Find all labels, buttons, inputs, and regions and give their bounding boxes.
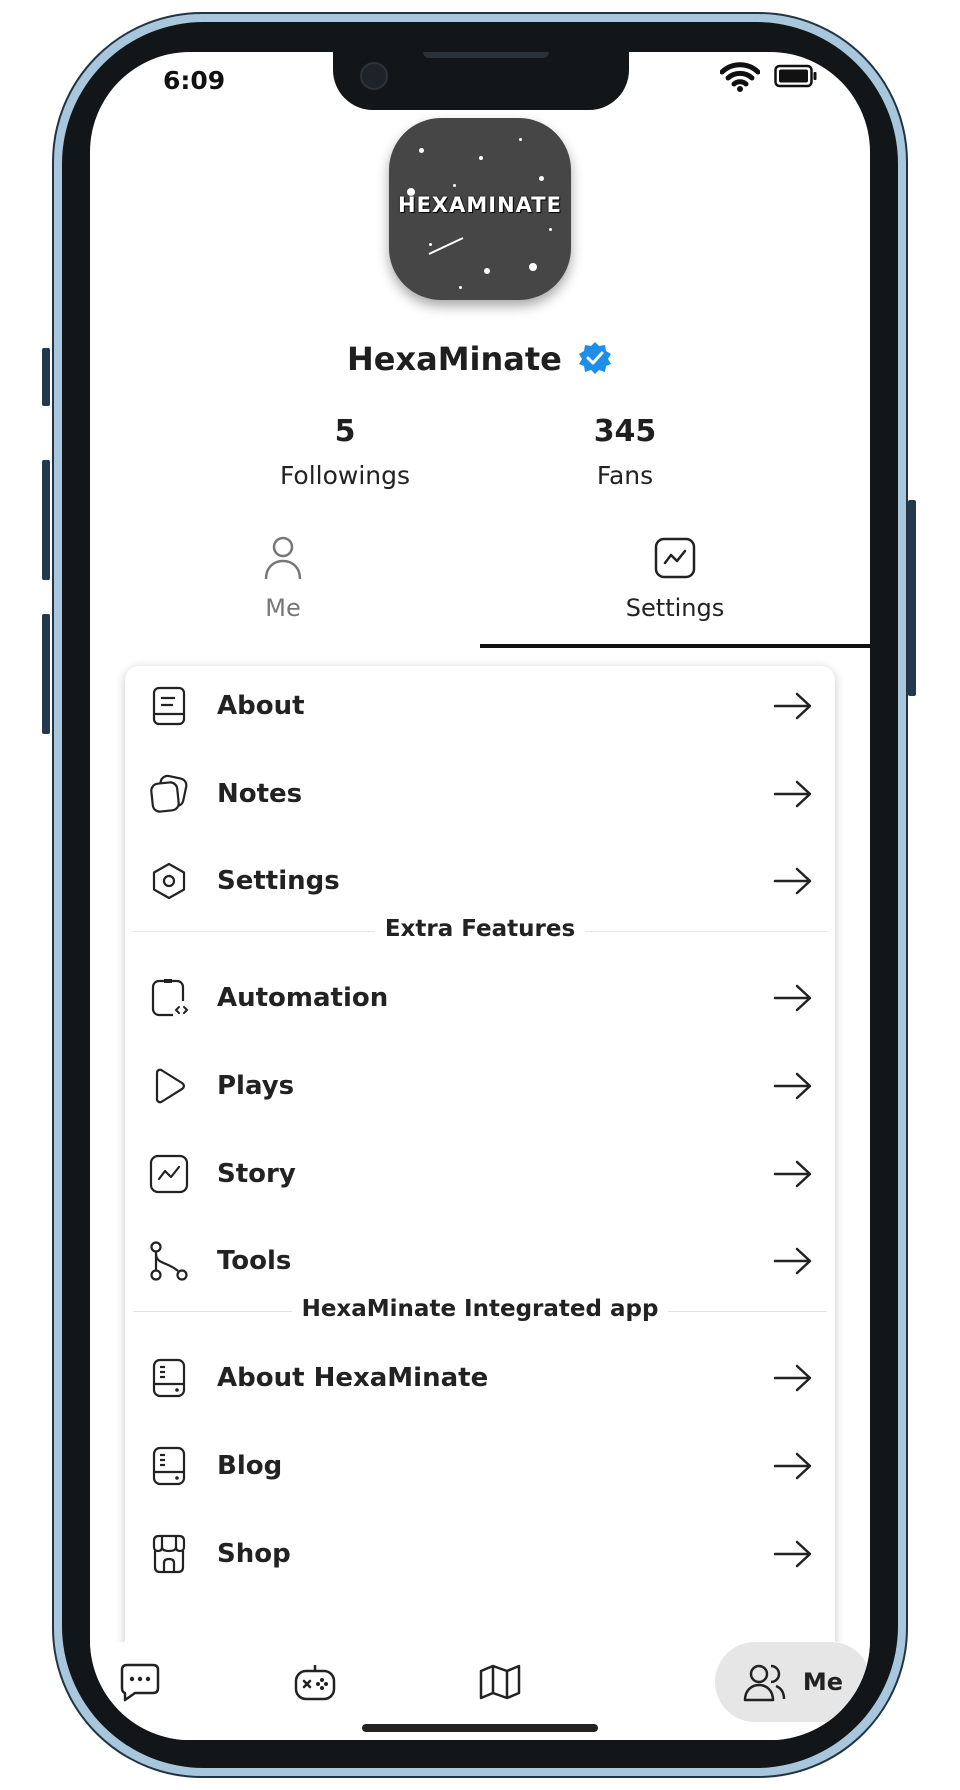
arrow-right-icon [773, 1160, 812, 1188]
side-button [42, 614, 50, 734]
arrow-right-icon [773, 1540, 812, 1568]
camera [360, 62, 388, 90]
stat-label: Followings [279, 461, 411, 490]
menu-item-about[interactable]: About [125, 666, 835, 746]
menu-item-label: About HexaMinate [217, 1363, 489, 1393]
arrow-right-icon [773, 1364, 812, 1392]
menu-item-notes[interactable]: Notes [125, 754, 835, 834]
section-header-integrated-app: HexaMinate Integrated app [133, 1296, 827, 1326]
section-title: HexaMinate Integrated app [291, 1296, 669, 1322]
side-button [42, 460, 50, 580]
menu-item-plays[interactable]: Plays [125, 1046, 835, 1126]
menu-item-automation[interactable]: Automation [125, 958, 835, 1038]
shop-icon [152, 1534, 186, 1574]
tab-me[interactable]: Me [183, 532, 383, 622]
stat-followings[interactable]: 5 Followings [235, 414, 455, 490]
play-icon [155, 1068, 185, 1104]
arrow-right-icon [773, 867, 812, 895]
arrow-right-icon [773, 1072, 812, 1100]
menu-item-label: About [217, 691, 305, 721]
menu-item-settings[interactable]: Settings [125, 841, 835, 921]
section-header-extra-features: Extra Features [133, 916, 827, 946]
chart-icon [654, 537, 696, 579]
server-icon [152, 1446, 186, 1486]
arrow-right-icon [773, 984, 812, 1012]
notch [333, 52, 629, 110]
menu-item-label: Settings [217, 866, 340, 896]
chat-icon [120, 1663, 160, 1702]
menu-item-label: Blog [217, 1451, 283, 1481]
map-icon [479, 1664, 521, 1700]
nav-map[interactable] [470, 1652, 530, 1712]
server-icon [152, 1358, 186, 1398]
settings-menu-card: About Notes Settings Extra Features Auto… [125, 666, 835, 1740]
active-tab-indicator [480, 644, 870, 648]
arrow-right-icon [773, 692, 812, 720]
gamepad-icon [294, 1665, 336, 1701]
profile-name-row: HexaMinate [90, 340, 870, 378]
stat-label: Fans [596, 461, 654, 490]
arrow-right-icon [773, 1452, 812, 1480]
menu-item-label: Notes [217, 779, 303, 809]
battery-icon [774, 64, 817, 88]
stat-value: 5 [334, 414, 356, 449]
nav-chat[interactable] [110, 1652, 170, 1712]
tab-label: Me [265, 594, 301, 622]
nav-me[interactable]: Me [715, 1642, 870, 1722]
menu-item-label: Automation [217, 983, 389, 1013]
status-time: 6:09 [163, 66, 226, 95]
notes-icon [150, 774, 188, 813]
menu-item-blog[interactable]: Blog [125, 1426, 835, 1506]
tab-label: Settings [625, 594, 725, 622]
home-indicator[interactable] [362, 1724, 598, 1732]
menu-item-label: Tools [217, 1246, 292, 1276]
arrow-right-icon [773, 780, 812, 808]
side-button [908, 500, 916, 696]
verified-badge-icon [579, 342, 612, 374]
menu-item-about-hexaminate[interactable]: About HexaMinate [125, 1338, 835, 1418]
chart-icon [149, 1154, 189, 1194]
phone-screen: 6:09 HEXAMINATE HexaMinate 5 Followings … [90, 52, 870, 1740]
section-title: Extra Features [374, 916, 586, 942]
users-icon [743, 1664, 786, 1702]
hexagon-settings-icon [152, 862, 186, 900]
nav-games[interactable] [285, 1652, 345, 1712]
profile-username: HexaMinate [346, 340, 562, 378]
user-icon [264, 536, 302, 580]
menu-item-label: Shop [217, 1539, 291, 1569]
document-icon [152, 686, 186, 726]
menu-item-shop[interactable]: Shop [125, 1514, 835, 1594]
tab-settings[interactable]: Settings [575, 532, 775, 622]
profile-avatar[interactable]: HEXAMINATE [389, 118, 571, 300]
menu-item-label: Plays [217, 1071, 295, 1101]
stat-value: 345 [593, 414, 657, 449]
wifi-icon [720, 62, 760, 92]
avatar-logo-text: HEXAMINATE [398, 193, 562, 217]
menu-item-story[interactable]: Story [125, 1134, 835, 1214]
nav-me-label: Me [802, 1668, 844, 1696]
speaker [423, 52, 549, 58]
git-branch-icon [150, 1241, 188, 1281]
side-button [42, 348, 50, 406]
device-code-icon [151, 979, 189, 1017]
stat-fans[interactable]: 345 Fans [515, 414, 735, 490]
arrow-right-icon [773, 1247, 812, 1275]
menu-item-label: Story [217, 1159, 296, 1189]
menu-item-tools[interactable]: Tools [125, 1221, 835, 1301]
